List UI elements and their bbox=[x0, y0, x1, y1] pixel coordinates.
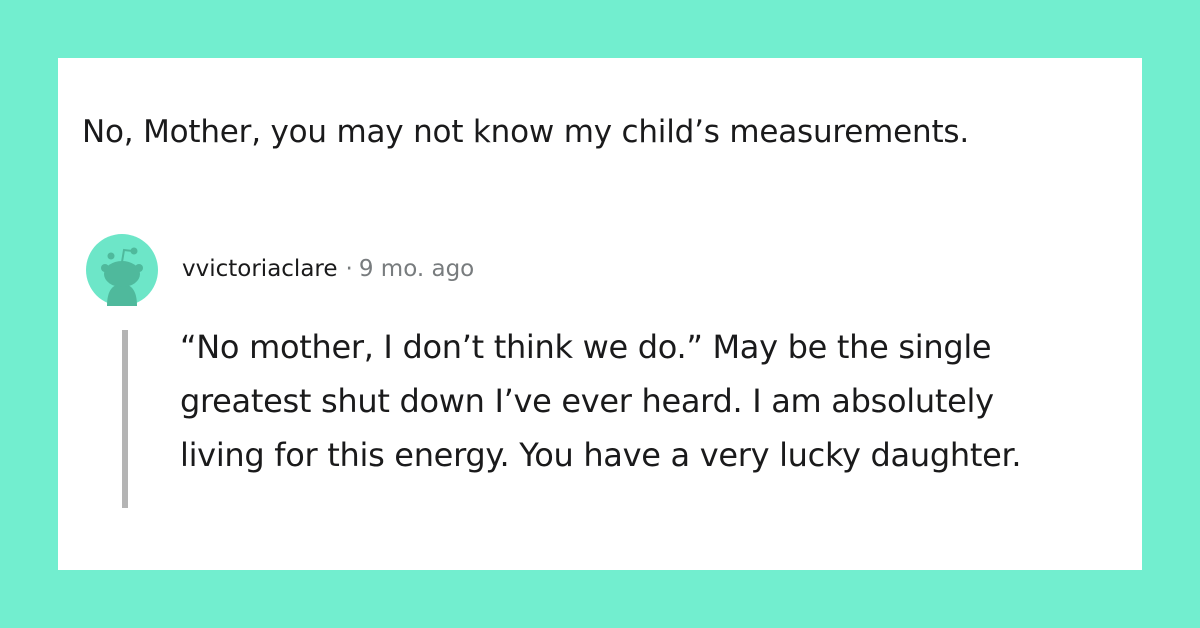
comment-username[interactable]: vvictoriaclare bbox=[182, 256, 338, 282]
comment-thread-line[interactable] bbox=[122, 330, 128, 508]
comment-body: “No mother, I don’t think we do.” May be… bbox=[180, 328, 1022, 474]
post-card: No, Mother, you may not know my child’s … bbox=[58, 58, 1142, 570]
snoo-avatar-icon bbox=[86, 234, 158, 306]
user-avatar[interactable] bbox=[86, 234, 158, 306]
comment-timestamp[interactable]: 9 mo. ago bbox=[359, 256, 474, 282]
meta-separator: · bbox=[345, 256, 353, 282]
comment-meta: vvictoriaclare · 9 mo. ago bbox=[182, 256, 474, 282]
post-title: No, Mother, you may not know my child’s … bbox=[82, 114, 970, 150]
